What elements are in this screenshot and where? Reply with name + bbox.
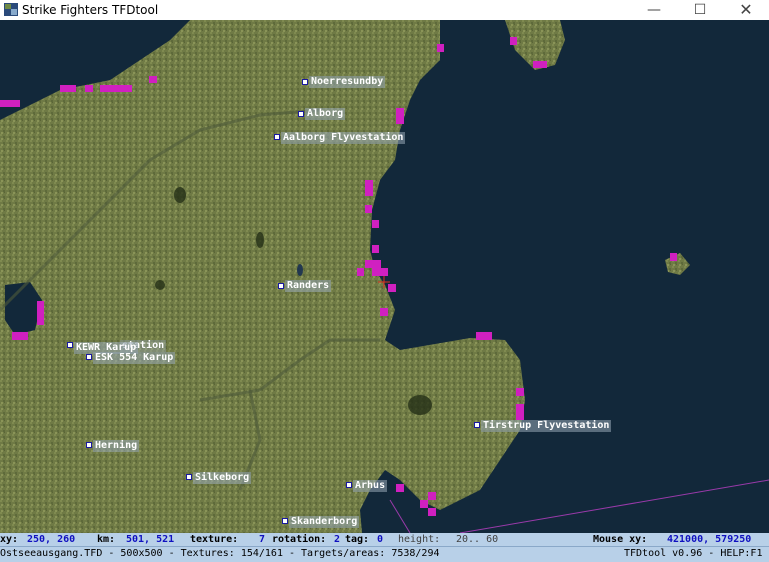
map-canvas bbox=[0, 20, 769, 533]
maximize-button[interactable]: ☐ bbox=[677, 0, 723, 20]
tag-label: tag: bbox=[345, 534, 370, 545]
city-marker-icon bbox=[274, 134, 280, 140]
city-label[interactable]: Aalborg Flyvestation bbox=[281, 132, 406, 144]
mouse-label: Mouse xy: bbox=[593, 534, 648, 545]
version-info: TFDtool v0.96 - HELP:F1 bbox=[624, 548, 763, 559]
city-marker-icon bbox=[302, 79, 308, 85]
city-label[interactable]: Herning bbox=[93, 440, 140, 452]
tag-value: 0 bbox=[377, 534, 384, 545]
rotation-label: rotation: bbox=[272, 534, 327, 545]
texture-label: texture: bbox=[190, 534, 239, 545]
xy-value: 250, 260 bbox=[27, 534, 76, 545]
minimize-button[interactable]: — bbox=[631, 0, 677, 20]
city-marker-icon bbox=[186, 474, 192, 480]
city-marker-icon bbox=[298, 111, 304, 117]
city-marker-icon bbox=[86, 354, 92, 360]
info-bar: Ostseeausgang.TFD - 500x500 - Textures: … bbox=[0, 546, 769, 562]
city-label[interactable]: Skanderborg bbox=[289, 516, 360, 528]
height-value: 20.. 60 bbox=[456, 534, 499, 545]
status-bar: xy: 250, 260 km: 501, 521 texture: 7 rot… bbox=[0, 533, 769, 546]
city-label[interactable]: Silkeborg bbox=[193, 472, 252, 484]
km-value: 501, 521 bbox=[126, 534, 175, 545]
city-label[interactable]: Arhus bbox=[353, 480, 388, 492]
city-marker-icon bbox=[86, 442, 92, 448]
city-marker-icon bbox=[474, 422, 480, 428]
city-marker-icon bbox=[278, 283, 284, 289]
texture-value: 7 bbox=[259, 534, 266, 545]
mouse-value: 421000, 579250 bbox=[667, 534, 752, 545]
jutland-landmass bbox=[0, 20, 525, 533]
rotation-value: 2 bbox=[334, 534, 341, 545]
terrain-map[interactable]: Noerresundby Alborg Aalborg Flyvestation… bbox=[0, 20, 769, 533]
city-label[interactable]: Alborg bbox=[305, 108, 346, 120]
km-label: km: bbox=[97, 534, 116, 545]
xy-label: xy: bbox=[0, 534, 19, 545]
island-small bbox=[665, 253, 690, 275]
city-label[interactable]: ESK 554 Karup bbox=[93, 352, 176, 364]
city-label[interactable]: Randers bbox=[285, 280, 332, 292]
file-info: Ostseeausgang.TFD - 500x500 - Textures: … bbox=[0, 548, 440, 559]
city-label[interactable]: Noerresundby bbox=[309, 76, 386, 88]
city-marker-icon bbox=[346, 482, 352, 488]
window-title: Strike Fighters TFDtool bbox=[22, 3, 159, 17]
city-marker-icon bbox=[282, 518, 288, 524]
title-bar: Strike Fighters TFDtool — ☐ ✕ bbox=[0, 0, 769, 20]
city-marker-icon bbox=[67, 342, 73, 348]
height-label: height: bbox=[398, 534, 441, 545]
city-label[interactable]: Tirstrup Flyvestation bbox=[481, 420, 612, 432]
app-icon bbox=[4, 3, 18, 16]
close-button[interactable]: ✕ bbox=[723, 0, 769, 20]
